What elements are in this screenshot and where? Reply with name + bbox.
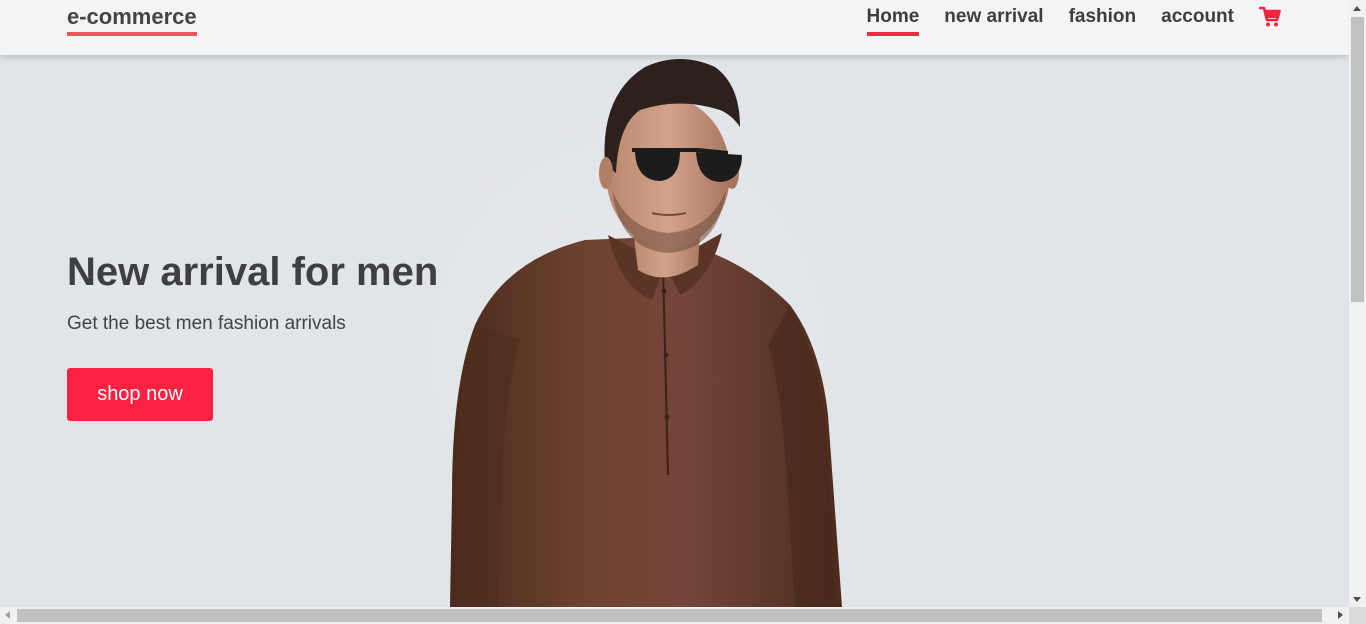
- horizontal-scroll-thumb[interactable]: [17, 609, 1322, 622]
- hero-model-image: [380, 55, 880, 607]
- scroll-left-arrow-icon[interactable]: [5, 611, 10, 619]
- page-viewport: e-commerce Home new arrival fashion acco…: [0, 0, 1349, 607]
- hero-subtitle: Get the best men fashion arrivals: [67, 313, 346, 334]
- navbar: e-commerce Home new arrival fashion acco…: [0, 0, 1349, 55]
- scrollbar-corner: [1349, 607, 1366, 624]
- vertical-scrollbar[interactable]: [1349, 0, 1366, 607]
- shop-now-button[interactable]: shop now: [67, 368, 213, 421]
- scroll-right-arrow-icon[interactable]: [1338, 611, 1343, 619]
- scroll-down-arrow-icon[interactable]: [1353, 597, 1361, 602]
- nav-link-home[interactable]: Home: [866, 4, 920, 36]
- nav-links: Home new arrival fashion account: [842, 4, 1282, 36]
- scroll-up-arrow-icon[interactable]: [1353, 6, 1361, 11]
- shopping-cart-icon[interactable]: [1259, 5, 1281, 29]
- nav-link-new-arrival[interactable]: new arrival: [944, 4, 1043, 36]
- vertical-scroll-thumb[interactable]: [1351, 17, 1364, 302]
- hero-section: New arrival for men Get the best men fas…: [67, 246, 439, 421]
- brand-logo[interactable]: e-commerce: [67, 4, 197, 36]
- nav-link-fashion[interactable]: fashion: [1069, 4, 1137, 36]
- nav-link-account[interactable]: account: [1161, 4, 1234, 36]
- horizontal-scrollbar[interactable]: [0, 607, 1349, 624]
- hero-title: New arrival for men: [67, 250, 439, 294]
